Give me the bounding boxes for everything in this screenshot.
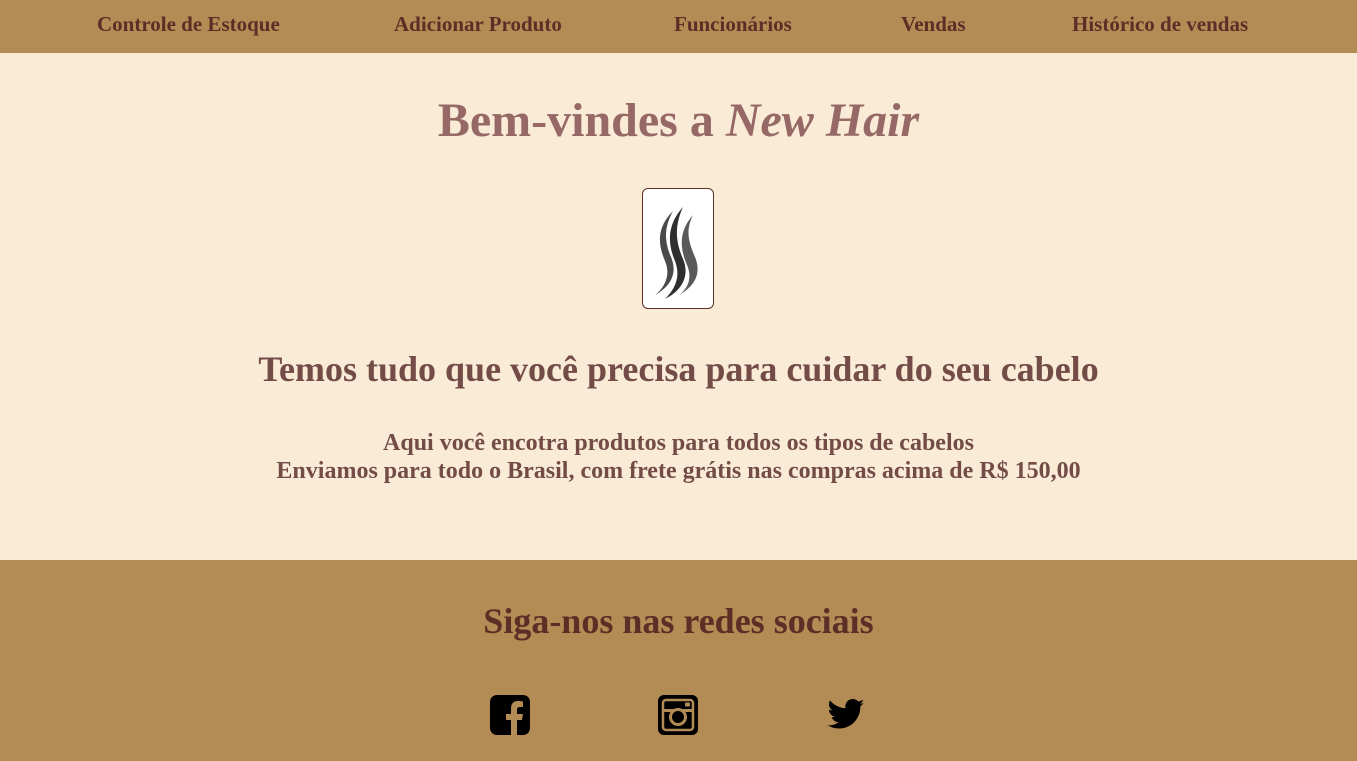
top-navigation-bar: Controle de Estoque Adicionar Produto Fu… xyxy=(0,0,1357,53)
tagline: Temos tudo que você precisa para cuidar … xyxy=(258,349,1099,389)
nav-funcionarios[interactable]: Funcionários xyxy=(674,12,792,37)
description-line-1: Aqui você encotra produtos para todos os… xyxy=(383,430,974,456)
twitter-icon[interactable] xyxy=(826,695,866,735)
facebook-icon[interactable] xyxy=(490,695,530,735)
hair-strands-icon xyxy=(642,188,714,309)
instagram-icon[interactable] xyxy=(658,695,698,735)
footer-title: Siga-nos nas redes sociais xyxy=(483,601,874,641)
nav-vendas[interactable]: Vendas xyxy=(901,12,966,37)
nav-controle-de-estoque[interactable]: Controle de Estoque xyxy=(97,12,280,37)
main-content: Bem-vindes a New Hair Temos tudo que voc… xyxy=(0,53,1357,560)
nav-adicionar-produto[interactable]: Adicionar Produto xyxy=(394,12,562,37)
brand-name: New Hair xyxy=(725,94,920,147)
footer: Siga-nos nas redes sociais xyxy=(0,560,1357,761)
welcome-prefix: Bem-vindes a xyxy=(437,94,726,147)
description: Aqui você encotra produtos para todos os… xyxy=(0,429,1357,485)
description-line-2: Enviamos para todo o Brasil, com frete g… xyxy=(276,458,1081,484)
nav-historico-de-vendas[interactable]: Histórico de vendas xyxy=(1072,12,1248,37)
welcome-heading: Bem-vindes a New Hair xyxy=(0,93,1357,149)
